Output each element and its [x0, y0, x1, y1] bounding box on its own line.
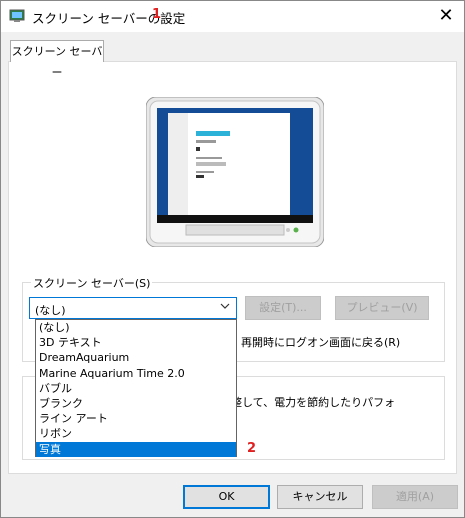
dropdown-option[interactable]: 3D テキスト: [36, 335, 236, 350]
annotation-marker-1: 1: [152, 7, 162, 22]
title-bar: スクリーン セーバーの設定 1 ✕: [1, 1, 464, 32]
screensaver-app-icon: [9, 9, 25, 22]
dropdown-option[interactable]: ライン アート: [36, 411, 236, 426]
tab-screensaver[interactable]: スクリーン セーバー: [10, 40, 104, 79]
chevron-down-icon: [220, 301, 230, 314]
power-description: 整して、電力を節約したりパフォ: [231, 396, 396, 409]
dropdown-option[interactable]: ブランク: [36, 396, 236, 411]
dropdown-option[interactable]: (なし): [36, 320, 236, 335]
monitor-preview-icon: [146, 97, 324, 247]
screensaver-settings-window: スクリーン セーバーの設定 1 ✕ スクリーン セーバー スクリーン セーバー(…: [0, 0, 465, 518]
screensaver-group-label: スクリーン セーバー(S): [31, 275, 153, 291]
window-title: スクリーン セーバーの設定: [32, 11, 186, 26]
dropdown-option[interactable]: DreamAquarium: [36, 350, 236, 365]
screensaver-dropdown-list: (なし) 3D テキスト DreamAquarium Marine Aquari…: [35, 319, 237, 457]
close-button[interactable]: ✕: [431, 4, 461, 28]
screensaver-selected-value: (なし): [35, 304, 66, 317]
ok-button[interactable]: OK: [183, 485, 270, 509]
screensaver-select[interactable]: (なし): [29, 297, 237, 319]
dropdown-option[interactable]: Marine Aquarium Time 2.0: [36, 366, 236, 381]
preview-button[interactable]: プレビュー(V): [335, 296, 429, 320]
dropdown-option-highlighted[interactable]: 写真: [36, 441, 236, 457]
dropdown-option[interactable]: リボン: [36, 426, 236, 441]
resume-logon-label: 再開時にログオン画面に戻る(R): [241, 336, 401, 349]
apply-button[interactable]: 適用(A): [372, 485, 458, 509]
dropdown-option[interactable]: バブル: [36, 381, 236, 396]
settings-button[interactable]: 設定(T)...: [245, 296, 321, 320]
annotation-marker-2: 2: [247, 441, 257, 456]
cancel-button[interactable]: キャンセル: [277, 485, 363, 509]
